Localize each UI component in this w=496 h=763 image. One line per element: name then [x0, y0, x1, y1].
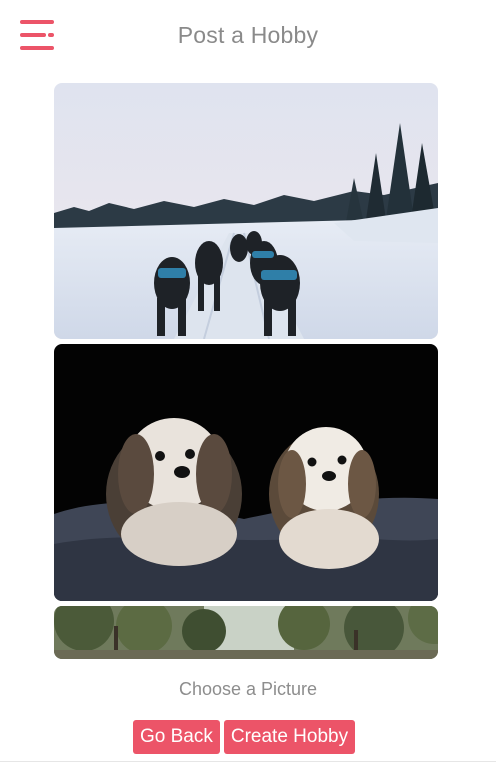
- shih-tzu-dogs-image: [54, 344, 438, 601]
- create-hobby-button[interactable]: Create Hobby: [223, 720, 356, 754]
- sled-dogs-image: [54, 83, 438, 339]
- forest-image: [54, 606, 438, 659]
- bottom-divider: [0, 761, 496, 762]
- post-hobby-screen: Post a Hobby Choose a Picture Go Back Cr…: [0, 0, 496, 763]
- page-title: Post a Hobby: [177, 22, 319, 48]
- action-buttons: Go Back Create Hobby: [133, 720, 356, 754]
- picture-option-forest[interactable]: [54, 606, 438, 659]
- picture-option-sled-dogs[interactable]: [54, 83, 438, 339]
- picture-option-shih-tzus[interactable]: [54, 344, 438, 601]
- choose-picture-label: Choose a Picture: [178, 679, 318, 699]
- header: Post a Hobby: [0, 0, 496, 72]
- go-back-button[interactable]: Go Back: [133, 720, 220, 754]
